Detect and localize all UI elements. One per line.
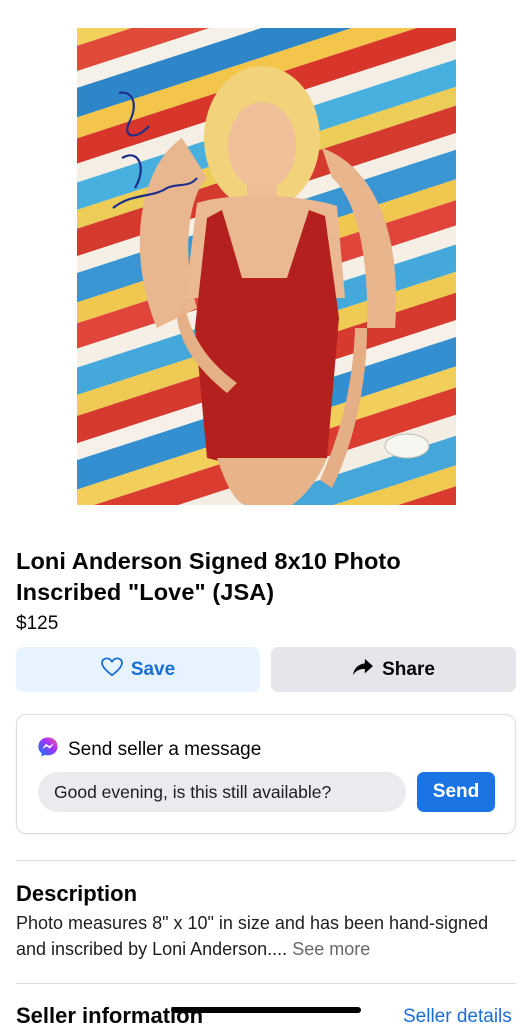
description-body: Photo measures 8" x 10" in size and has … — [16, 913, 489, 959]
seller-details-link[interactable]: Seller details — [403, 1006, 512, 1028]
send-button[interactable]: Send — [417, 772, 495, 812]
description-text: Photo measures 8" x 10" in size and has … — [16, 910, 496, 962]
divider — [16, 860, 516, 861]
message-seller-card: Send seller a message Good evening, is t… — [16, 714, 516, 834]
message-heading: Send seller a message — [37, 736, 261, 764]
divider — [16, 983, 516, 984]
home-indicator[interactable] — [171, 1007, 361, 1013]
share-arrow-icon — [352, 657, 374, 683]
listing-price: $125 — [16, 613, 59, 634]
description-heading: Description — [16, 881, 138, 906]
listing-title: Loni Anderson Signed 8x10 Photo Inscribe… — [16, 548, 401, 605]
listing-photo[interactable] — [77, 28, 456, 505]
message-heading-text: Send seller a message — [68, 739, 262, 760]
message-input[interactable]: Good evening, is this still available? — [38, 772, 406, 812]
save-label: Save — [130, 658, 176, 680]
heart-outline-icon — [100, 656, 123, 683]
see-more-link[interactable]: See more — [292, 939, 370, 959]
save-button[interactable]: Save — [16, 647, 260, 692]
share-label: Share — [382, 658, 435, 680]
share-button[interactable]: Share — [271, 647, 516, 692]
messenger-icon — [37, 736, 59, 764]
